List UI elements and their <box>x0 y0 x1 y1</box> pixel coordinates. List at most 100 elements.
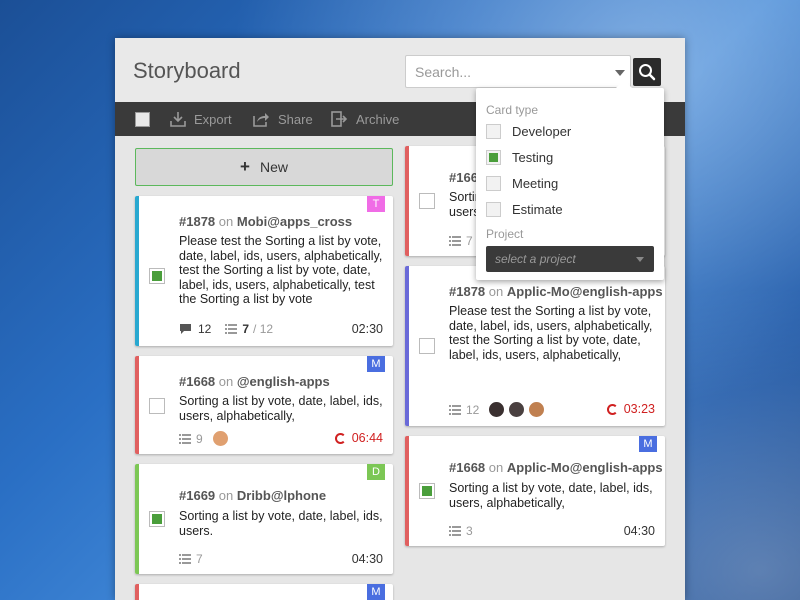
avatar[interactable] <box>212 431 228 446</box>
comment-count: 12 <box>198 322 212 336</box>
filter-checkbox[interactable] <box>486 201 501 217</box>
card-project: @english-apps <box>236 374 330 389</box>
tasks-done: 7 <box>242 322 250 336</box>
card-footer: 9 <box>179 431 233 446</box>
filter-checkbox[interactable] <box>486 175 501 191</box>
card-on: on <box>218 214 234 229</box>
card-id: #1668 <box>179 374 216 389</box>
card[interactable]: D #1669 on Dribb@lphone Sorting a list b… <box>135 464 393 574</box>
card-id: #1878 <box>449 284 486 299</box>
card-checkbox[interactable] <box>149 268 165 284</box>
task-count: 12 <box>466 402 480 417</box>
task-count: 9 <box>196 431 203 446</box>
task-list-icon <box>449 236 461 246</box>
task-count: 3 <box>466 524 473 538</box>
card-type-stripe <box>135 584 139 600</box>
card[interactable]: T #1878 on Mobi@apps_cross Please test t… <box>135 196 393 346</box>
card-project: Mobi@apps_cross <box>236 214 353 229</box>
search-box[interactable] <box>405 55 631 88</box>
comment-icon <box>180 324 191 334</box>
page-title: Storyboard <box>133 58 241 83</box>
search-icon <box>639 64 656 81</box>
select-all-checkbox[interactable] <box>135 112 150 127</box>
card-body: Please test the Sorting a list by vote, … <box>179 234 383 306</box>
card-type-badge: T <box>367 196 385 212</box>
filter-option-estimate[interactable]: Estimate <box>486 200 563 218</box>
card-checkbox[interactable] <box>419 483 435 499</box>
card[interactable]: M <box>135 584 393 600</box>
card-type-badge: M <box>639 436 657 452</box>
share-button[interactable]: Share <box>253 102 313 136</box>
card-id: #1669 <box>179 488 216 503</box>
task-count: 7 <box>466 234 473 248</box>
card-footer: 12 <box>449 402 549 417</box>
filter-option-label: Meeting <box>512 175 559 191</box>
card-checkbox[interactable] <box>419 193 435 209</box>
task-list-icon <box>449 404 461 415</box>
card-time-overdue: 06:44 <box>334 431 383 445</box>
card-type-stripe <box>135 464 139 574</box>
chevron-down-icon <box>636 257 644 262</box>
card[interactable]: M #1668 on Applic-Mo@english-apps Sortin… <box>405 436 665 546</box>
archive-button[interactable]: Archive <box>331 102 399 136</box>
card-id: #1878 <box>179 214 216 229</box>
card-project: Applic-Mo@english-apps <box>506 284 663 299</box>
card-title: #166 <box>449 170 478 185</box>
filter-checkbox[interactable] <box>486 149 501 165</box>
project-select[interactable]: select a project <box>486 246 654 272</box>
task-list-icon <box>179 433 191 444</box>
task-count: 7 <box>196 552 203 566</box>
card-footer: 3 <box>449 524 473 538</box>
card[interactable]: #1878 on Applic-Mo@english-apps Please t… <box>405 266 665 426</box>
card-footer: 12 7 / 12 <box>179 322 273 336</box>
card-type-stripe <box>405 266 409 426</box>
chevron-down-icon[interactable] <box>615 70 625 76</box>
card-checkbox[interactable] <box>419 338 435 354</box>
card-on: on <box>488 284 504 299</box>
card-time: 02:30 <box>351 322 383 336</box>
timer-icon <box>606 403 618 415</box>
card-type-badge: M <box>367 356 385 372</box>
filter-option-label: Estimate <box>512 201 563 217</box>
filter-option-testing[interactable]: Testing <box>486 148 553 166</box>
archive-icon <box>331 111 348 127</box>
card-time: 04:30 <box>351 552 383 566</box>
dropdown-arrow <box>616 80 632 88</box>
avatar[interactable] <box>529 402 545 417</box>
filter-option-label: Developer <box>512 123 572 139</box>
filter-dropdown: Card type Developer Testing Meeting Esti… <box>476 80 664 280</box>
filter-option-developer[interactable]: Developer <box>486 122 571 140</box>
card-time-overdue: 03:23 <box>606 402 655 416</box>
task-list-icon <box>449 526 461 536</box>
archive-label: Archive <box>356 111 400 127</box>
card-footer: 7 <box>449 234 473 248</box>
card-id: #1668 <box>449 460 486 475</box>
card-on: on <box>218 374 234 389</box>
card-footer: 7 <box>179 552 203 566</box>
export-button[interactable]: Export <box>170 102 232 136</box>
card[interactable]: M #1668 on @english-apps Sorting a list … <box>135 356 393 454</box>
new-card-label: New <box>259 159 288 175</box>
card-type-stripe <box>405 436 409 546</box>
card-checkbox[interactable] <box>149 398 165 414</box>
card-on: on <box>218 488 234 503</box>
filter-option-meeting[interactable]: Meeting <box>486 174 558 192</box>
tasks-total: / 12 <box>253 322 274 336</box>
new-card-button[interactable]: + New <box>135 148 393 186</box>
card-type-label: Card type <box>486 103 539 117</box>
task-list-icon <box>225 324 238 334</box>
card-project: Dribb@lphone <box>236 488 327 503</box>
avatar[interactable] <box>489 402 505 417</box>
search-button[interactable] <box>633 58 661 86</box>
card-body: Sorting a list by vote, date, label, ids… <box>179 509 383 538</box>
card-title: #1668 on Applic-Mo@english-apps <box>449 460 663 475</box>
card-body: Sorting a list by vote, date, label, ids… <box>179 394 383 423</box>
avatar[interactable] <box>509 402 525 417</box>
card-title: #1878 on Applic-Mo@english-apps <box>449 284 663 299</box>
search-input[interactable] <box>406 56 606 87</box>
card-type-badge: D <box>367 464 385 480</box>
card-body: Please test the Sorting a list by vote, … <box>449 304 653 362</box>
filter-option-label: Testing <box>512 149 554 165</box>
filter-checkbox[interactable] <box>486 123 501 139</box>
card-checkbox[interactable] <box>149 511 165 527</box>
